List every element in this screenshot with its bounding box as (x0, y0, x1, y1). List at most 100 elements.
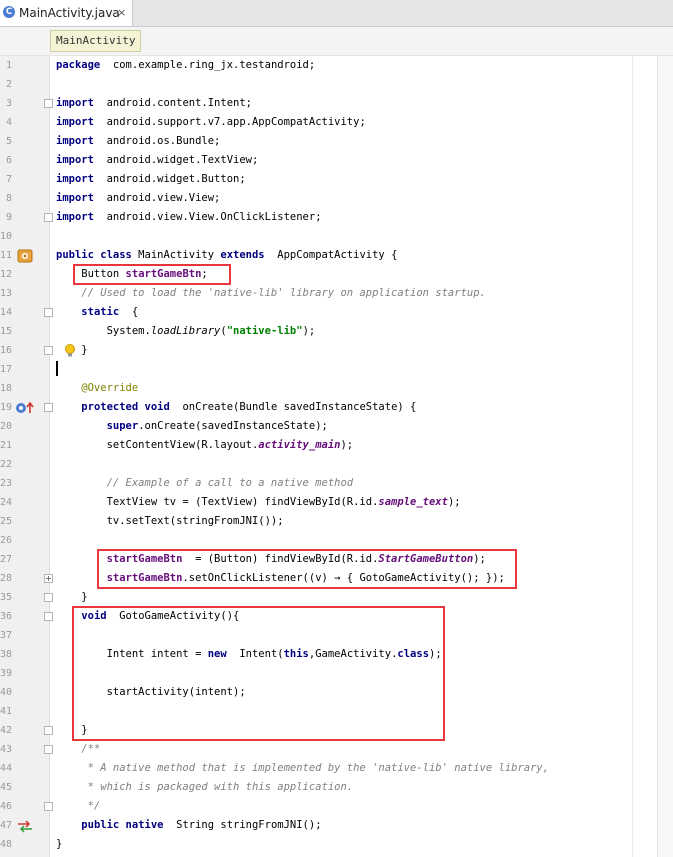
code-line[interactable]: startActivity(intent); (56, 683, 246, 702)
fold-collapse-icon[interactable] (44, 346, 53, 355)
code-token: import (56, 173, 94, 185)
code-token: */ (56, 800, 101, 812)
code-token: "native-lib" (226, 325, 303, 337)
code-token: GotoGameActivity(){ (106, 610, 240, 622)
code-line[interactable]: /** (56, 740, 100, 759)
code-token: ); (447, 496, 461, 508)
code-line[interactable]: startGameBtn = (Button) findViewById(R.i… (56, 550, 486, 569)
code-line[interactable]: import android.widget.TextView; (56, 151, 258, 170)
code-token: static (81, 306, 120, 318)
code-token: ,GameActivity. (308, 648, 398, 660)
line-number: 25 (0, 516, 13, 527)
code-line[interactable]: Button startGameBtn; (56, 265, 207, 284)
code-line[interactable]: } (56, 721, 87, 740)
code-token: .setOnClickListener((v) → { GotoGameActi… (182, 572, 505, 584)
fold-collapse-icon[interactable] (44, 726, 53, 735)
code-token: com.example.ring_jx.testandroid; (100, 59, 316, 71)
line-number: 24 (0, 497, 13, 508)
code-line[interactable]: setContentView(R.layout.activity_main); (56, 436, 354, 455)
code-token: /** (56, 743, 101, 755)
line-number: 44 (0, 763, 13, 774)
code-token: onCreate(Bundle savedInstanceState) { (169, 401, 417, 413)
line-number: 41 (0, 706, 13, 717)
code-line[interactable]: static { (56, 303, 138, 322)
line-number: 1 (5, 60, 12, 71)
code-token: android.support.v7.app.AppCompatActivity… (93, 116, 366, 128)
code-line[interactable]: import android.os.Bundle; (56, 132, 220, 151)
fold-collapse-icon[interactable] (44, 802, 53, 811)
fold-collapse-icon[interactable] (44, 745, 53, 754)
code-line[interactable]: } (56, 588, 87, 607)
override-method-icon[interactable] (15, 400, 35, 419)
tab-mainactivity-java[interactable]: C MainActivity.java × (0, 0, 133, 26)
fold-collapse-icon[interactable] (44, 308, 53, 317)
code-token: ); (429, 648, 442, 660)
code-line[interactable]: package com.example.ring_jx.testandroid; (56, 56, 315, 75)
code-line[interactable]: } (56, 835, 62, 854)
close-icon[interactable]: × (117, 0, 126, 26)
code-line[interactable]: import android.view.View; (56, 189, 220, 208)
line-number: 47 (0, 820, 13, 831)
code-line[interactable]: * A native method that is implemented by… (56, 759, 550, 778)
code-token: android.os.Bundle; (93, 135, 221, 147)
fold-collapse-icon[interactable] (44, 99, 53, 108)
fold-collapse-icon[interactable] (44, 403, 53, 412)
breadcrumb[interactable]: MainActivity (50, 30, 142, 52)
line-number: 20 (0, 421, 13, 432)
fold-collapse-icon[interactable] (44, 593, 53, 602)
native-method-icon[interactable] (16, 818, 34, 837)
code-line[interactable]: import android.content.Intent; (56, 94, 252, 113)
code-token: protected void (81, 401, 170, 413)
android-activity-icon[interactable] (17, 248, 33, 267)
line-number: 2 (5, 79, 12, 90)
code-line[interactable]: super.onCreate(savedInstanceState); (56, 417, 328, 436)
code-line[interactable]: @Override (56, 379, 138, 398)
code-line[interactable]: // Example of a call to a native method (56, 474, 354, 493)
code-line[interactable]: startGameBtn.setOnClickListener((v) → { … (56, 569, 505, 588)
code-line[interactable]: protected void onCreate(Bundle savedInst… (56, 398, 416, 417)
code-line[interactable]: Intent intent = new Intent(this,GameActi… (56, 645, 442, 664)
fold-collapse-icon[interactable] (44, 612, 53, 621)
line-number: 37 (0, 630, 13, 641)
line-number: 4 (5, 117, 12, 128)
code-line[interactable]: System.loadLibrary("native-lib"); (56, 322, 316, 341)
code-token: ); (340, 439, 354, 451)
code-token: @Override (56, 382, 139, 394)
code-line[interactable]: */ (56, 797, 101, 816)
code-line[interactable]: TextView tv = (TextView) findViewById(R.… (56, 493, 461, 512)
line-number: 42 (0, 725, 13, 736)
line-number: 40 (0, 687, 13, 698)
error-stripe[interactable] (657, 56, 673, 857)
code-token: void (81, 610, 107, 622)
code-token: * A native method that is implemented by… (56, 762, 550, 774)
fold-collapse-icon[interactable] (44, 213, 53, 222)
code-line[interactable]: import android.widget.Button; (56, 170, 246, 189)
code-token: Intent intent = (56, 648, 208, 660)
code-token: android.widget.Button; (93, 173, 246, 185)
line-number: 7 (5, 174, 12, 185)
fold-expand-icon[interactable] (44, 574, 53, 583)
code-token: AppCompatActivity { (264, 249, 398, 261)
lightbulb-icon[interactable] (64, 343, 76, 362)
line-number: 28 (0, 573, 13, 584)
code-line[interactable]: public native String stringFromJNI(); (56, 816, 321, 835)
code-token: // Used to load the 'native-lib' library… (56, 287, 486, 299)
line-number: 38 (0, 649, 13, 660)
code-line[interactable]: tv.setText(stringFromJNI()); (56, 512, 284, 531)
line-number: 18 (0, 383, 13, 394)
code-line[interactable]: // Used to load the 'native-lib' library… (56, 284, 486, 303)
code-token: startGameBtn (106, 572, 183, 584)
line-number: 35 (0, 592, 13, 603)
code-token: startGameBtn (125, 268, 202, 280)
code-line[interactable]: import android.support.v7.app.AppCompatA… (56, 113, 366, 132)
code-line[interactable]: void GotoGameActivity(){ (56, 607, 239, 626)
code-line[interactable]: public class MainActivity extends AppCom… (56, 246, 397, 265)
code-line[interactable]: * which is packaged with this applicatio… (56, 778, 354, 797)
code-line[interactable]: import android.view.View.OnClickListener… (56, 208, 322, 227)
line-number: 43 (0, 744, 13, 755)
